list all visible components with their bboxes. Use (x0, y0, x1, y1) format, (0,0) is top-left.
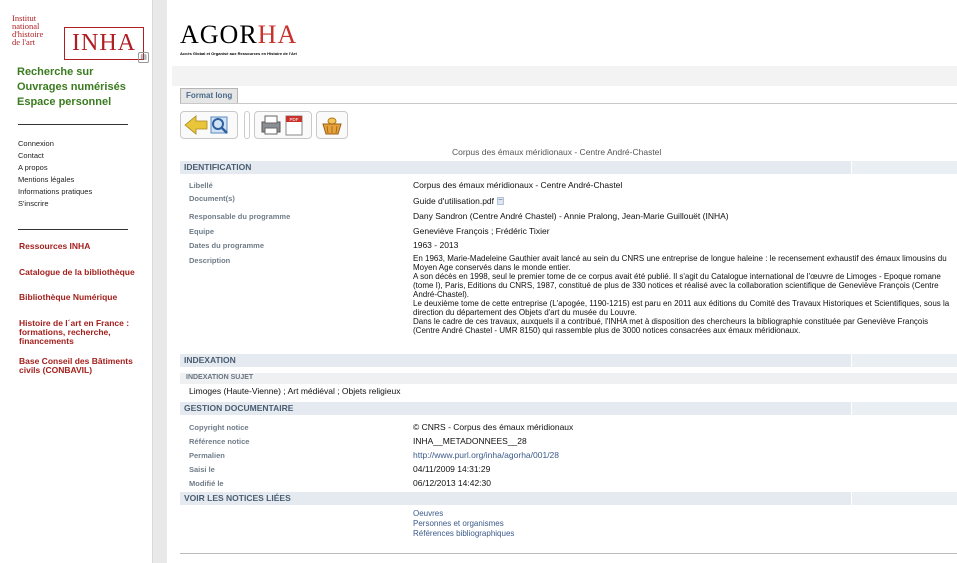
field-value-saisi: 04/11/2009 14:31:29 (413, 464, 491, 474)
sidebar: Institut national d'histoire de l'art IN… (0, 0, 152, 563)
field-label-equipe: Equipe (189, 227, 215, 236)
field-label-reference: Référence notice (189, 437, 250, 446)
header-band (172, 66, 957, 86)
link-conbavil[interactable]: Base Conseil des Bâtiments civils (CONBA… (19, 357, 154, 375)
field-value-libelle: Corpus des émaux méridionaux - Centre An… (413, 180, 623, 190)
collapse-toggle-icon[interactable]: ▤ (138, 52, 149, 63)
inha-logo-mark: INHA (64, 27, 144, 60)
link-a-propos[interactable]: A propos (18, 163, 48, 172)
description-paragraph: Le deuxième tome de cette entreprise (L'… (413, 299, 950, 317)
subsection-heading: INDEXATION SUJET (186, 374, 254, 381)
permalink-link[interactable]: http://www.purl.org/inha/agorha/001/28 (413, 450, 559, 460)
agorha-logo-red: HA (257, 20, 298, 49)
page-bottom-rule (180, 553, 957, 554)
section-heading: INDEXATION (184, 355, 236, 365)
inha-logo[interactable]: Institut national d'histoire de l'art IN… (12, 14, 146, 64)
section-notices-liees: VOIR LES NOTICES LIÉES (180, 492, 957, 506)
link-contact[interactable]: Contact (18, 151, 44, 160)
description-paragraph: En 1963, Marie-Madeleine Gauthier avait … (413, 254, 947, 272)
field-value-copyright: © CNRS - Corpus des émaux méridionaux (413, 422, 574, 432)
sidebar-scroll-gutter (152, 0, 167, 563)
field-label-permalien: Permalien (189, 451, 225, 460)
description-paragraph: Dans le cadre de ces travaux, auxquels i… (413, 317, 929, 335)
field-label-dates: Dates du programme (189, 241, 265, 250)
section-header-cell (851, 354, 957, 367)
indexation-subjects: Limoges (Haute-Vienne) ; Art médiéval ; … (189, 386, 401, 396)
inha-logo-text: Institut national d'histoire de l'art (12, 14, 43, 47)
svg-text:PDF: PDF (290, 117, 299, 122)
field-value-dates: 1963 - 2013 (413, 240, 459, 250)
field-value-documents: Guide d'utilisation.pdf (413, 196, 504, 206)
field-label-responsable: Responsable du programme (189, 212, 291, 221)
link-informations-pratiques[interactable]: Informations pratiques (18, 187, 92, 196)
subsection-indexation-sujet: INDEXATION SUJET (180, 373, 957, 384)
toolbar-separator (244, 111, 250, 139)
basket-button[interactable] (316, 111, 348, 139)
inha-logo-mark-text: INHA (72, 30, 136, 56)
link-catalogue-bibliotheque[interactable]: Catalogue de la bibliothèque (19, 268, 154, 277)
nav-espace-personnel[interactable]: Espace personnel (17, 96, 111, 108)
section-heading: IDENTIFICATION (184, 162, 252, 172)
linked-references-bibliographiques[interactable]: Références bibliographiques (413, 529, 514, 538)
sidebar-divider (18, 229, 128, 230)
field-value-description: En 1963, Marie-Madeleine Gauthier avait … (413, 254, 953, 335)
field-label-description: Description (189, 256, 231, 265)
agorha-tagline: Accès Global et Organisé aux Ressources … (180, 51, 297, 56)
section-header-cell (851, 492, 957, 505)
field-value-equipe: Geneviève François ; Frédéric Tixier (413, 226, 550, 236)
sidebar-divider (18, 124, 128, 125)
back-search-button[interactable] (180, 111, 238, 139)
link-sinscrire[interactable]: S'inscrire (18, 199, 49, 208)
field-value-modifie: 06/12/2013 14:42:30 (413, 478, 491, 488)
document-link[interactable]: Guide d'utilisation.pdf (413, 196, 494, 206)
link-ressources-inha[interactable]: Ressources INHA (19, 242, 154, 251)
linked-oeuvres[interactable]: Oeuvres (413, 509, 443, 518)
tab-format-long[interactable]: Format long (180, 88, 239, 103)
field-value-reference: INHA__METADONNEES__28 (413, 436, 527, 446)
print-icon: PDF (261, 115, 303, 136)
field-value-responsable: Dany Sandron (Centre André Chastel) - An… (413, 211, 729, 221)
agorha-logo-black: AGOR (180, 20, 258, 49)
section-indexation: INDEXATION (180, 354, 957, 368)
link-histoire-art-france[interactable]: Histoire de l´art en France : formations… (19, 319, 154, 346)
link-connexion[interactable]: Connexion (18, 139, 54, 148)
print-pdf-button[interactable]: PDF (254, 111, 312, 139)
main-content: AGORHA Accès Global et Organisé aux Ress… (172, 0, 957, 563)
record-title: Corpus des émaux méridionaux - Centre An… (452, 147, 662, 157)
section-header-cell (851, 402, 957, 415)
field-label-documents: Document(s) (189, 194, 235, 203)
tab-bar: Format long (180, 88, 957, 104)
field-label-modifie: Modifié le (189, 479, 224, 488)
back-search-icon (184, 115, 228, 135)
section-heading: VOIR LES NOTICES LIÉES (184, 493, 291, 503)
nav-recherche[interactable]: Recherche sur (17, 66, 93, 78)
description-paragraph: A son décès en 1998, seul le premier tom… (413, 272, 941, 299)
nav-ouvrages-numerises[interactable]: Ouvrages numérisés (17, 81, 126, 93)
link-bibliotheque-numerique[interactable]: Bibliothèque Numérique (19, 293, 154, 302)
section-identification: IDENTIFICATION (180, 161, 957, 175)
pdf-file-icon[interactable] (497, 197, 504, 205)
link-mentions-legales[interactable]: Mentions légales (18, 175, 74, 184)
linked-personnes-organismes[interactable]: Personnes et organismes (413, 519, 504, 528)
field-label-saisi: Saisi le (189, 465, 215, 474)
section-header-cell (851, 161, 957, 174)
inha-logo-line: de l'art (12, 37, 36, 47)
field-label-copyright: Copyright notice (189, 423, 249, 432)
basket-icon (322, 117, 342, 135)
field-label-libelle: Libellé (189, 181, 213, 190)
section-heading: GESTION DOCUMENTAIRE (184, 403, 294, 413)
section-gestion-documentaire: GESTION DOCUMENTAIRE (180, 402, 957, 416)
